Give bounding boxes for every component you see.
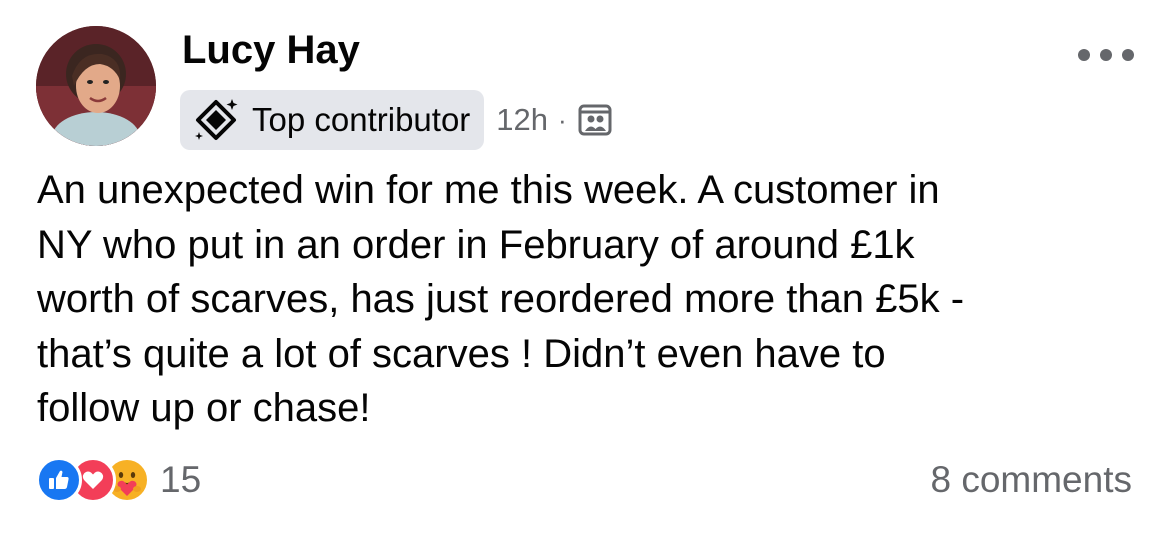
reaction-count: 15 <box>160 459 202 500</box>
group-audience-icon[interactable] <box>577 102 613 138</box>
meta-separator: · <box>558 104 567 135</box>
post-timestamp[interactable]: 12h <box>496 102 548 138</box>
author-name[interactable]: Lucy Hay <box>182 26 360 74</box>
more-options-button[interactable] <box>1078 40 1134 70</box>
diamond-sparkle-icon <box>192 96 240 144</box>
post-text-line: NY who put in an order in February of ar… <box>37 222 915 267</box>
comments-count-link[interactable]: 8 comments <box>930 456 1132 504</box>
post-text-line: worth of scarves, has just reordered mor… <box>37 277 965 321</box>
post-body: An unexpected win for me this week. A cu… <box>37 163 1147 436</box>
more-dot <box>1122 49 1134 61</box>
post-text-line: follow up or chase! <box>37 386 371 430</box>
reactions-summary[interactable]: 15 <box>36 456 201 504</box>
more-dot <box>1100 49 1112 61</box>
post-text-line: An unexpected win for me this week. A cu… <box>37 168 940 212</box>
like-icon <box>36 457 82 503</box>
avatar-photo-icon <box>36 26 156 146</box>
post-text-line: that’s quite a lot of scarves ! Didn’t e… <box>37 331 886 376</box>
top-contributor-badge[interactable]: Top contributor <box>180 90 485 150</box>
author-avatar[interactable] <box>36 26 156 146</box>
badge-label: Top contributor <box>252 101 471 138</box>
more-dot <box>1078 49 1090 61</box>
post-meta: Top contributor 12h · <box>180 90 613 150</box>
post-card: Lucy Hay Top contributor 12h · An unexpe… <box>0 0 1170 536</box>
